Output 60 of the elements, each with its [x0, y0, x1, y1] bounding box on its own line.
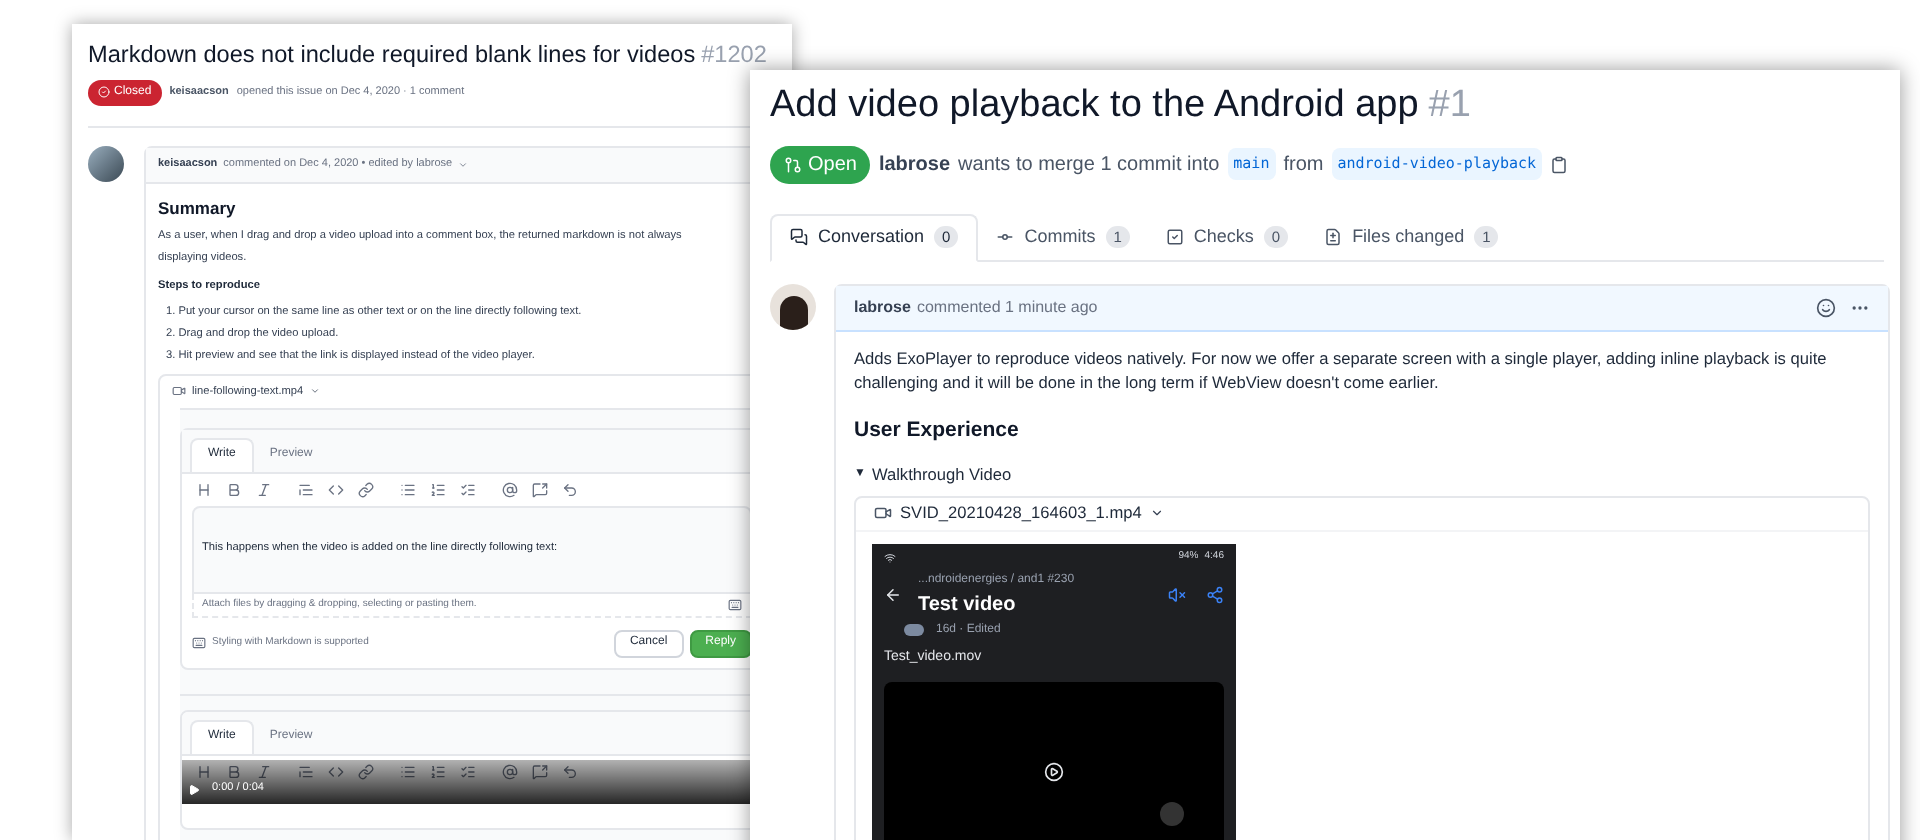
section-heading: User Experience [854, 415, 1021, 445]
bold-icon[interactable] [226, 481, 242, 498]
markdown-icon [728, 597, 742, 612]
task-list-icon[interactable] [460, 481, 476, 498]
from-text: from [1283, 151, 1324, 179]
conversation-icon [790, 228, 808, 246]
numbered-list-icon[interactable] [430, 763, 446, 780]
reply-icon[interactable] [562, 481, 578, 498]
summary-heading: Summary [158, 195, 238, 221]
checks-icon [1165, 228, 1184, 246]
pr-author[interactable]: labrose [878, 149, 951, 179]
screen-title: Test video [918, 591, 1018, 620]
commit-icon [996, 228, 1015, 246]
video-file-icon [874, 504, 892, 523]
closed-icon [98, 86, 110, 99]
open-badge: Open [770, 145, 871, 183]
back-icon[interactable] [884, 586, 902, 605]
code-icon[interactable] [328, 763, 344, 780]
comment-author[interactable]: labrose [854, 295, 911, 319]
link-icon[interactable] [358, 763, 374, 780]
issue-title: Markdown does not include required blank lines for videos [88, 38, 696, 72]
avatar [904, 624, 924, 637]
avatar [770, 283, 816, 329]
quote-icon[interactable] [298, 481, 314, 498]
italic-icon[interactable] [256, 481, 272, 498]
mute-icon[interactable] [1168, 586, 1186, 605]
heading-icon[interactable] [196, 481, 212, 498]
comment-body: Adds ExoPlayer to reproduce videos natively. For now we offer a separate screen with a single player, adding inline playback is quite challenging and it will be done in the long term if WebView doesn't come earlier. [854, 345, 1829, 393]
quote-icon[interactable] [298, 763, 314, 780]
comment-meta: commented 1 minute ago [916, 295, 1098, 319]
caret-icon[interactable] [1149, 506, 1164, 521]
issue-number: #1202 [701, 38, 767, 72]
file-diff-icon [1324, 228, 1343, 246]
markdown-icon [192, 636, 206, 651]
mention-icon[interactable] [502, 481, 518, 498]
play-icon[interactable] [1044, 762, 1064, 783]
task-list-icon[interactable] [460, 763, 476, 780]
attachment-name[interactable]: SVID_20210428_164603_1.mp4 [900, 500, 1142, 526]
pr-title: Add video playback to the Android app [770, 82, 1419, 130]
bold-icon[interactable] [226, 763, 242, 780]
details-summary[interactable]: Walkthrough Video [871, 462, 1012, 488]
reference-icon[interactable] [532, 763, 548, 780]
code-icon[interactable] [328, 481, 344, 498]
pull-request-icon [784, 155, 802, 173]
merge-text: wants to merge 1 commit into [958, 151, 1220, 179]
pr-number: #1 [1428, 82, 1471, 130]
reaction-icon[interactable] [1816, 297, 1836, 317]
video-file-icon [172, 384, 186, 399]
link-icon[interactable] [358, 481, 374, 498]
heading-icon[interactable] [196, 763, 212, 780]
italic-icon[interactable] [256, 763, 272, 780]
reference-icon[interactable] [532, 481, 548, 498]
share-icon[interactable] [1206, 586, 1224, 605]
bulleted-list-icon[interactable] [400, 763, 416, 780]
numbered-list-icon[interactable] [430, 481, 446, 498]
reply-icon[interactable] [562, 763, 578, 780]
mention-icon[interactable] [502, 763, 518, 780]
bulleted-list-icon[interactable] [400, 481, 416, 498]
avatar [88, 145, 124, 182]
copy-icon[interactable] [1550, 155, 1569, 173]
